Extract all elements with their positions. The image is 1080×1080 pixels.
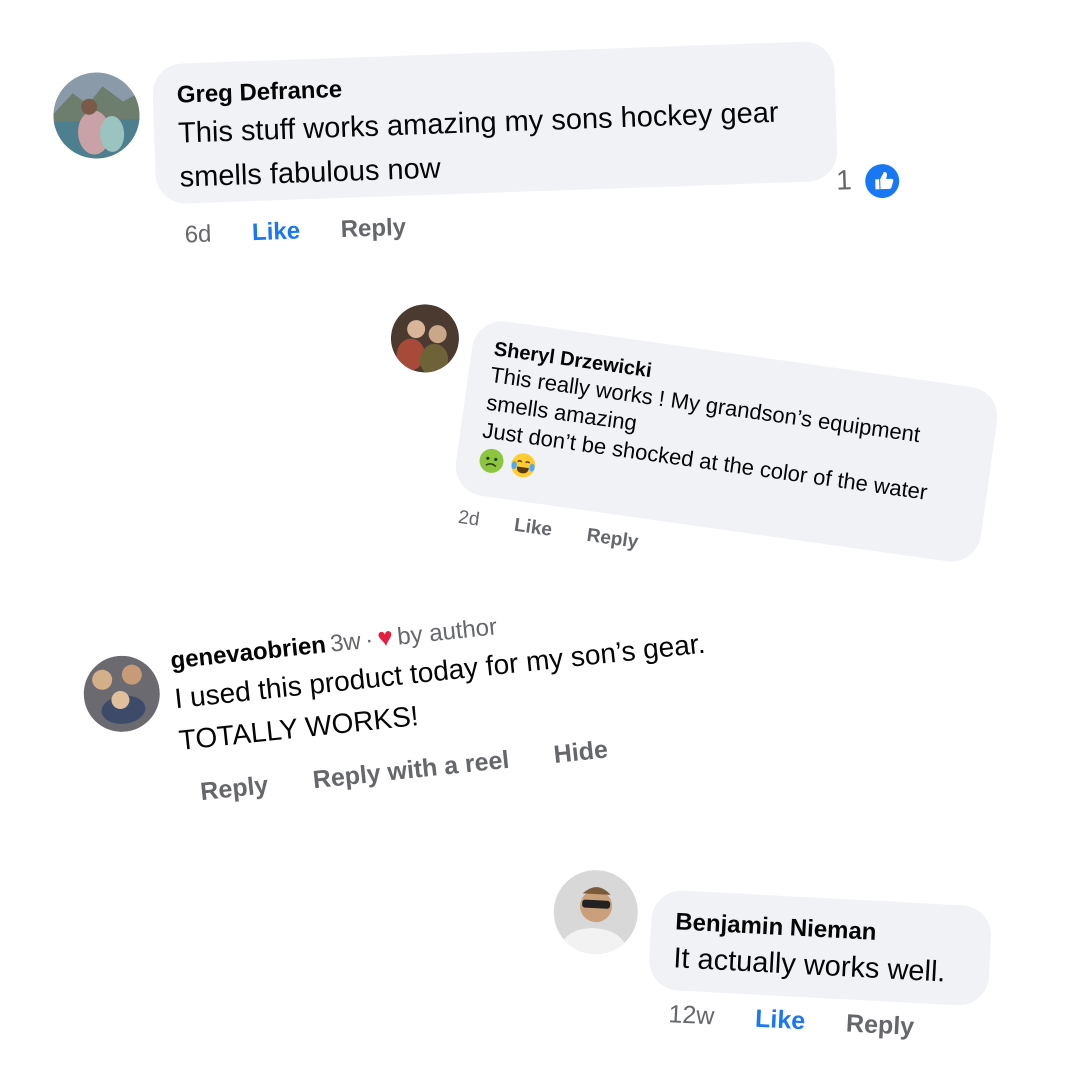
heart-icon: ♥ xyxy=(375,621,395,653)
liked-by-author: by author xyxy=(395,613,499,651)
comment-age: 6d xyxy=(184,220,212,249)
comment-age: 2d xyxy=(456,506,481,531)
reply-button[interactable]: Reply xyxy=(340,214,406,244)
avatar[interactable] xyxy=(52,70,141,160)
comment-text-line: It actually works well. xyxy=(672,942,947,989)
tears-of-joy-icon xyxy=(509,451,538,480)
comment-actions: 6d Like Reply xyxy=(184,213,440,250)
avatar[interactable] xyxy=(386,300,464,377)
like-button[interactable]: Like xyxy=(252,217,301,247)
reaction-summary[interactable]: 1 xyxy=(836,162,901,199)
reply-button[interactable]: Reply xyxy=(585,525,639,554)
reply-button[interactable]: Reply xyxy=(199,771,270,807)
comment-age: 3w xyxy=(328,627,363,658)
reply-button[interactable]: Reply xyxy=(845,1009,914,1042)
reaction-count: 1 xyxy=(835,164,853,196)
thumbs-up-icon xyxy=(865,163,901,199)
comment-age: 12w xyxy=(667,1000,716,1031)
like-button[interactable]: Like xyxy=(513,515,554,542)
reply-with-reel-button[interactable]: Reply with a reel xyxy=(311,746,510,795)
comment-bubble: Greg Defrance This stuff works amazing m… xyxy=(151,40,839,205)
comment-bubble: Benjamin Nieman It actually works well. xyxy=(647,889,993,1007)
separator-dot: · xyxy=(363,626,375,655)
hide-button[interactable]: Hide xyxy=(552,735,609,770)
avatar[interactable] xyxy=(551,868,640,957)
comment-body: genevaobrien 3w · ♥ by author I used thi… xyxy=(169,578,818,759)
like-button[interactable]: Like xyxy=(754,1005,805,1037)
comment-actions: 12w Like Reply xyxy=(668,1000,949,1044)
avatar[interactable] xyxy=(80,652,164,736)
nauseated-face-icon xyxy=(477,446,506,475)
